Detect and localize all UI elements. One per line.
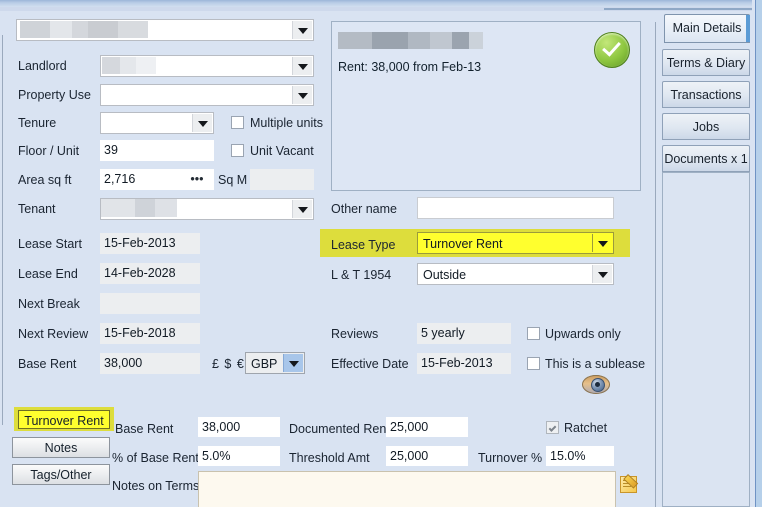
effective-date-input[interactable]: 15-Feb-2013	[417, 353, 511, 374]
lease-start-label: Lease Start	[18, 237, 82, 251]
tenure-combo[interactable]	[100, 112, 214, 134]
title-bar-line	[604, 8, 754, 10]
lease-summary-panel: Rent: 38,000 from Feb-13	[331, 21, 641, 191]
notes-on-terms-textarea[interactable]	[198, 471, 616, 507]
lease-end-input[interactable]: 14-Feb-2028	[100, 263, 200, 284]
tab-transactions[interactable]: Transactions	[662, 81, 750, 108]
redacted-summary-title	[338, 32, 483, 49]
chevron-down-icon[interactable]	[292, 57, 312, 75]
sublease-label: This is a sublease	[545, 357, 646, 371]
right-scroll-strip[interactable]	[752, 0, 762, 507]
tab-selection-bar	[746, 15, 750, 42]
area-ellipsis-button[interactable]: •••	[180, 169, 214, 190]
tenure-label: Tenure	[18, 116, 57, 130]
effective-date-label: Effective Date	[331, 357, 409, 371]
percent-of-base-rent-label: % of Base Rent	[112, 451, 199, 465]
lt-1954-combo-value: Outside	[423, 268, 467, 282]
floor-unit-input[interactable]: 39	[100, 140, 214, 161]
property-use-label: Property Use	[18, 88, 91, 102]
side-button-tags-other[interactable]: Tags/Other	[12, 464, 110, 485]
reviews-input[interactable]: 5 yearly	[417, 323, 511, 344]
application-window: Landlord Property Use Tenure Multiple un…	[0, 0, 762, 507]
lease-type-combo[interactable]: Turnover Rent	[417, 232, 614, 254]
lease-type-combo-value: Turnover Rent	[423, 237, 503, 251]
area-sqft-input[interactable]: 2,716	[100, 169, 180, 190]
multiple-units-checkbox[interactable]	[231, 116, 244, 129]
ratchet-checkbox[interactable]	[546, 421, 559, 434]
sq-m-label: Sq M	[218, 173, 248, 187]
property-use-combo[interactable]	[100, 84, 314, 106]
chevron-down-icon[interactable]	[592, 234, 612, 252]
next-break-label: Next Break	[18, 297, 80, 311]
chevron-down-icon[interactable]	[292, 21, 312, 39]
next-review-input[interactable]: 15-Feb-2018	[100, 323, 200, 344]
upwards-only-label: Upwards only	[545, 327, 621, 341]
lease-start-input[interactable]: 15-Feb-2013	[100, 233, 200, 254]
turnover-percent-label: Turnover %	[478, 451, 543, 465]
note-pencil-icon[interactable]	[620, 474, 640, 494]
base-rent-input[interactable]: 38,000	[100, 353, 200, 374]
lease-type-label: Lease Type	[331, 238, 396, 252]
unit-vacant-checkbox[interactable]	[231, 144, 244, 157]
redacted-landlord-name	[102, 57, 156, 74]
window-title-strip	[0, 0, 762, 7]
base-rent-label: Base Rent	[18, 357, 77, 371]
lt-1954-combo[interactable]: Outside	[417, 263, 614, 285]
documented-rent-input[interactable]: 25,000	[386, 417, 468, 437]
form-page: Landlord Property Use Tenure Multiple un…	[0, 11, 762, 507]
tab-terms-diary[interactable]: Terms & Diary	[662, 49, 750, 76]
chevron-down-icon[interactable]	[292, 86, 312, 104]
tab-jobs[interactable]: Jobs	[662, 113, 750, 140]
green-check-icon	[594, 32, 630, 68]
multiple-units-label: Multiple units	[250, 116, 323, 130]
threshold-amt-label: Threshold Amt	[289, 451, 370, 465]
unit-vacant-label: Unit Vacant	[250, 144, 314, 158]
sq-m-input[interactable]	[250, 169, 314, 190]
ratchet-label: Ratchet	[564, 421, 608, 435]
chevron-down-icon[interactable]	[592, 265, 612, 283]
percent-of-base-rent-input[interactable]: 5.0%	[198, 446, 280, 466]
bottom-base-rent-input[interactable]: 38,000	[198, 417, 280, 437]
chevron-down-icon[interactable]	[283, 354, 303, 372]
redacted-tenant-name	[101, 199, 177, 217]
left-vertical-divider	[2, 35, 3, 425]
area-sqft-label: Area sq ft	[18, 173, 72, 187]
bottom-base-rent-label: Base Rent	[115, 422, 174, 436]
documented-rent-label: Documented Rent	[289, 422, 390, 436]
other-name-label: Other name	[331, 202, 398, 216]
threshold-amt-input[interactable]: 25,000	[386, 446, 468, 466]
tab-main-details-label: Main Details	[672, 21, 742, 35]
next-review-label: Next Review	[18, 327, 89, 341]
tab-content-panel	[662, 172, 750, 507]
other-name-input[interactable]	[417, 197, 614, 219]
notes-on-terms-label: Notes on Terms	[112, 479, 200, 493]
eye-icon[interactable]	[582, 375, 610, 394]
chevron-down-icon[interactable]	[192, 114, 212, 132]
currency-combo[interactable]: GBP	[245, 352, 305, 374]
lease-end-label: Lease End	[18, 267, 78, 281]
lt-1954-label: L & T 1954	[331, 268, 392, 282]
reviews-label: Reviews	[331, 327, 379, 341]
summary-rent-line: Rent: 38,000 from Feb-13	[338, 60, 482, 74]
currency-symbols-label: £ $ €	[212, 357, 245, 371]
turnover-percent-input[interactable]: 15.0%	[546, 446, 614, 466]
redacted-property-name	[20, 21, 148, 38]
tab-main-details[interactable]: Main Details	[664, 14, 750, 43]
tab-documents[interactable]: Documents x 1	[662, 145, 750, 172]
tenant-label: Tenant	[18, 202, 56, 216]
sublease-checkbox[interactable]	[527, 357, 540, 370]
next-break-input[interactable]	[100, 293, 200, 314]
side-button-notes[interactable]: Notes	[12, 437, 110, 458]
currency-combo-value: GBP	[251, 357, 278, 371]
tabs-left-divider	[655, 22, 656, 507]
upwards-only-checkbox[interactable]	[527, 327, 540, 340]
landlord-label: Landlord	[18, 59, 67, 73]
floor-unit-label: Floor / Unit	[18, 144, 80, 158]
chevron-down-icon[interactable]	[292, 200, 312, 218]
side-button-turnover-rent[interactable]: Turnover Rent	[18, 410, 110, 429]
